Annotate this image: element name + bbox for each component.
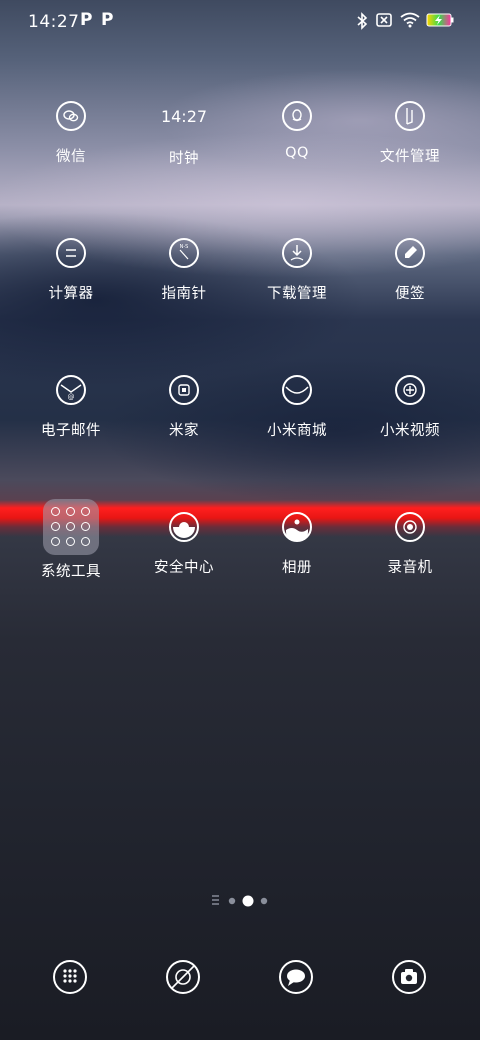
- browser-button[interactable]: [166, 960, 200, 994]
- app-label: 计算器: [48, 286, 94, 302]
- mi-video-icon: [395, 375, 425, 405]
- notification-p-icon: P: [101, 10, 114, 30]
- mi-store-icon: [282, 375, 312, 405]
- camera-icon: [401, 969, 417, 984]
- browser-icon: [171, 965, 195, 989]
- app-wechat[interactable]: 微信: [11, 101, 131, 166]
- app-drawer-icon: [63, 969, 77, 983]
- security-center-icon: [169, 512, 199, 542]
- mijia-icon: [169, 375, 199, 405]
- app-compass[interactable]: N-S 指南针: [124, 238, 244, 303]
- messages-button[interactable]: [279, 960, 313, 994]
- qq-icon: [282, 101, 312, 131]
- app-label: 录音机: [387, 560, 433, 576]
- app-download-manager[interactable]: 下载管理: [237, 238, 357, 303]
- app-label: 文件管理: [380, 149, 440, 165]
- compass-ns-text: N-S: [180, 244, 189, 250]
- status-time: 14:27: [28, 12, 80, 32]
- page-dot[interactable]: [228, 897, 236, 905]
- app-recorder[interactable]: 录音机: [350, 512, 470, 577]
- app-label: 微信: [56, 149, 86, 165]
- battery-charging-icon: [426, 13, 454, 27]
- folder-system-tools[interactable]: 系统工具: [11, 499, 131, 581]
- email-icon: @: [56, 375, 86, 405]
- camera-button[interactable]: [392, 960, 426, 994]
- bluetooth-icon: [357, 12, 368, 30]
- compass-icon: N-S: [169, 238, 199, 268]
- folder-label: 系统工具: [41, 564, 101, 580]
- wechat-icon: [56, 101, 86, 131]
- clock-widget-time: 14:27: [160, 107, 208, 126]
- app-notes[interactable]: 便签: [350, 238, 470, 303]
- app-mijia[interactable]: 米家: [124, 375, 244, 440]
- page-menu-icon[interactable]: [212, 895, 219, 905]
- sim-off-icon: [376, 13, 392, 27]
- messages-icon: [287, 969, 305, 986]
- app-drawer-button[interactable]: [53, 960, 87, 994]
- notes-icon: [395, 238, 425, 268]
- app-label: 指南针: [161, 286, 207, 302]
- app-label: 小米视频: [380, 423, 440, 439]
- app-security-center[interactable]: 安全中心: [124, 512, 244, 577]
- wifi-icon: [400, 12, 420, 28]
- system-tools-folder-icon: [43, 499, 99, 555]
- gallery-icon: [282, 512, 312, 542]
- calculator-icon: [56, 238, 86, 268]
- app-label: QQ: [285, 145, 309, 161]
- app-qq[interactable]: QQ: [237, 101, 357, 161]
- app-file-manager[interactable]: 文件管理: [350, 101, 470, 166]
- page-indicator[interactable]: [0, 891, 480, 911]
- page-dot[interactable]: [260, 897, 268, 905]
- notification-p-icon: P: [80, 10, 93, 30]
- app-label: 电子邮件: [41, 423, 101, 439]
- app-mi-video[interactable]: 小米视频: [350, 375, 470, 440]
- status-bar: 14:27 P P: [0, 0, 480, 44]
- file-manager-icon: [395, 101, 425, 131]
- app-label: 相册: [282, 560, 312, 576]
- app-label: 米家: [169, 423, 199, 439]
- app-label: 安全中心: [154, 560, 214, 576]
- app-label: 小米商城: [267, 423, 327, 439]
- app-email[interactable]: @ 电子邮件: [11, 375, 131, 440]
- page-dot-active[interactable]: [242, 895, 254, 907]
- app-mi-store[interactable]: 小米商城: [237, 375, 357, 440]
- app-label: 时钟: [169, 151, 199, 167]
- recorder-icon: [395, 512, 425, 542]
- app-calculator[interactable]: 计算器: [11, 238, 131, 303]
- download-icon: [282, 238, 312, 268]
- app-clock[interactable]: 14:27 时钟: [124, 101, 244, 168]
- app-label: 下载管理: [267, 286, 327, 302]
- app-gallery[interactable]: 相册: [237, 512, 357, 577]
- svg-text:@: @: [68, 393, 75, 401]
- app-label: 便签: [395, 286, 425, 302]
